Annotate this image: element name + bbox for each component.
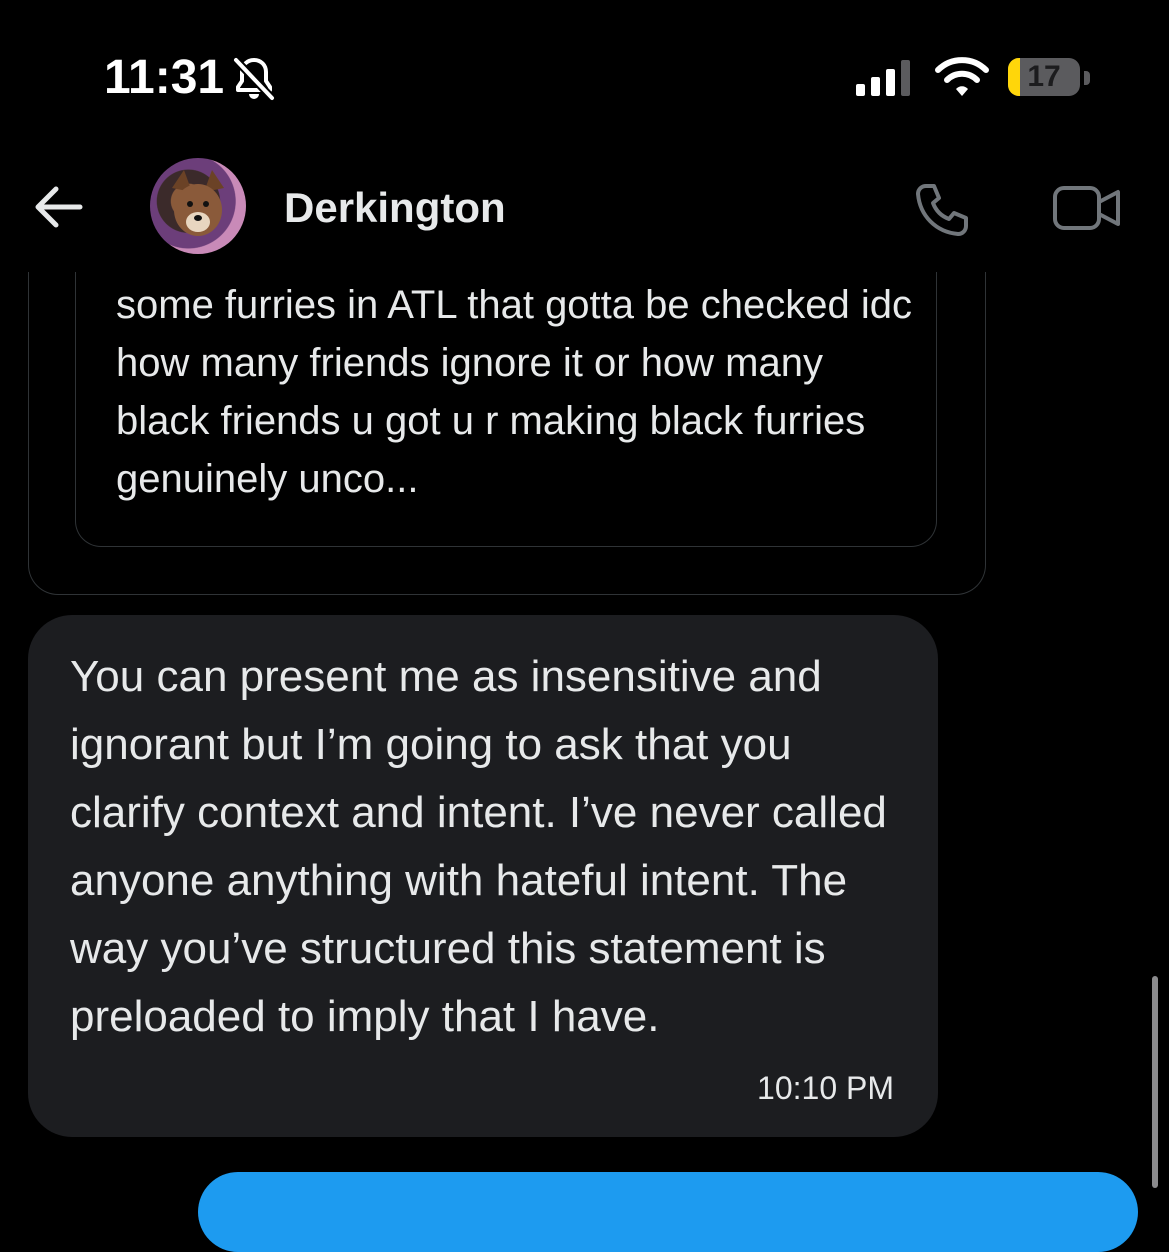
battery-level: 17 xyxy=(1027,60,1061,93)
contact-name[interactable]: Derkington xyxy=(284,184,506,232)
battery-indicator: 17 xyxy=(1008,58,1094,100)
battery-icon: 17 xyxy=(1008,58,1080,96)
message-timestamp: 10:10 PM xyxy=(757,1070,894,1106)
avatar-image xyxy=(172,170,224,236)
quoted-post-text: some furries in ATL that gotta be checke… xyxy=(116,283,912,501)
arrow-left-icon[interactable] xyxy=(30,182,86,232)
bell-slash-icon xyxy=(233,57,275,101)
scrollbar[interactable] xyxy=(1152,976,1158,1188)
phone-icon[interactable] xyxy=(912,180,972,240)
message-bubble[interactable]: You can present me as insensitive and ig… xyxy=(28,615,938,1137)
quoted-post-inner: some furries in ATL that gotta be checke… xyxy=(75,230,937,547)
message-text: You can present me as insensitive and ig… xyxy=(70,652,887,1041)
outgoing-message-bubble[interactable] xyxy=(198,1172,1138,1252)
battery-cap xyxy=(1084,71,1090,85)
cellular-signal-icon xyxy=(856,60,910,96)
avatar[interactable] xyxy=(150,158,246,254)
wifi-icon xyxy=(935,57,989,96)
status-time: 11:31 xyxy=(104,51,225,104)
quoted-post-card[interactable]: some furries in ATL that gotta be checke… xyxy=(28,230,986,595)
video-icon[interactable] xyxy=(1052,184,1122,232)
